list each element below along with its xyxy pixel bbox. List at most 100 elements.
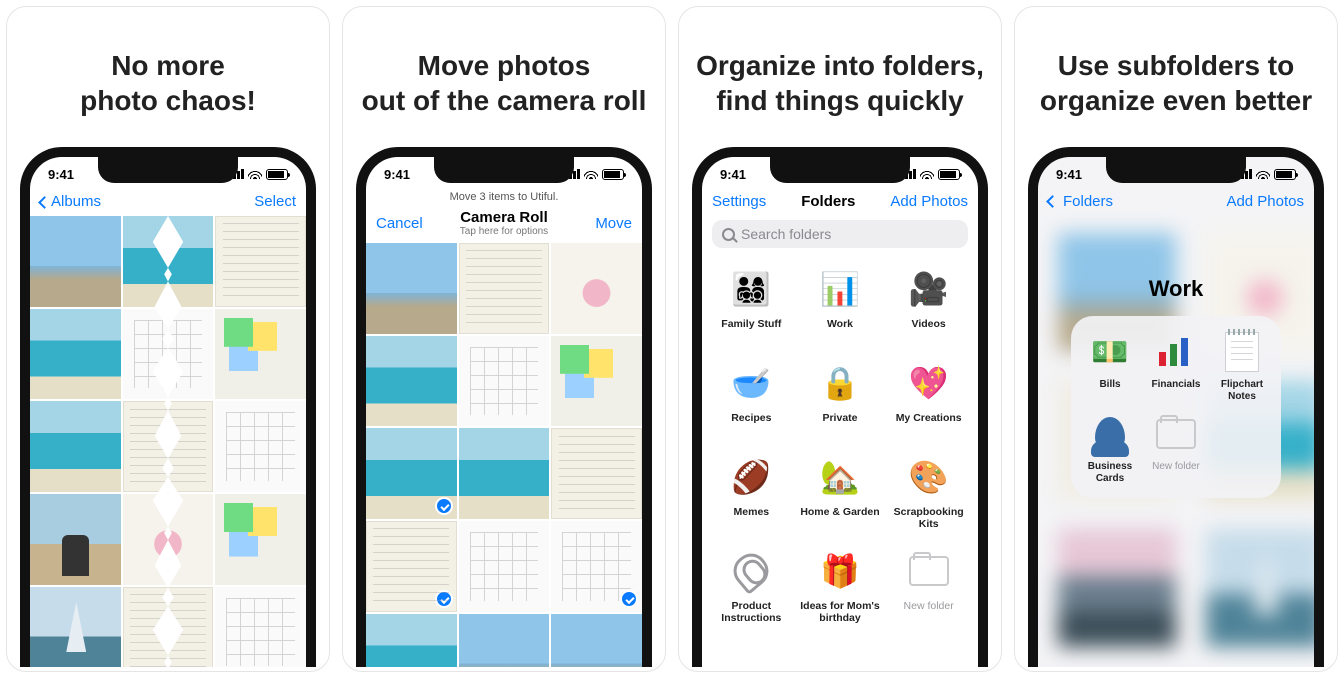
photo-thumb[interactable] [366,336,457,427]
photo-thumb[interactable] [366,614,457,667]
phone-mock: 9:41 Move 3 items to Utiful. Cancel Came… [356,147,652,667]
phone-mock: 9:41 Albums Select [20,147,316,667]
promo-card-4: Use subfolders to organize even better 9… [1014,6,1338,672]
emoji-icon: 💵 [1091,335,1128,370]
subfolder-label: New folder [1152,461,1200,473]
subfolder-item[interactable]: New folder [1145,412,1207,484]
status-time: 9:41 [720,167,746,182]
photo-thumb[interactable] [366,243,457,334]
subfolder-item[interactable]: Business Cards [1079,412,1141,484]
photo-thumb[interactable] [215,309,306,400]
folder-label: Scrapbooking Kits [885,506,972,530]
photo-thumb[interactable] [215,401,306,492]
subfolder-label: Flipchart Notes [1211,379,1273,402]
folder-item[interactable]: 🏈Memes [708,448,795,536]
nav-title[interactable]: Camera Roll [440,209,568,226]
back-button[interactable]: Folders [1048,193,1113,210]
status-time: 9:41 [48,167,74,182]
subfolder-label: Financials [1152,379,1201,391]
photo-thumb[interactable] [551,243,642,334]
photo-thumb[interactable] [459,521,550,612]
chevron-left-icon [1046,195,1059,208]
battery-icon [1274,169,1296,180]
promo-card-3: Organize into folders, find things quick… [678,6,1002,672]
add-photos-button[interactable]: Add Photos [890,193,968,210]
folder-item[interactable]: 🔒Private [797,354,884,442]
photo-thumb[interactable] [30,494,121,585]
folder-item[interactable]: 💖My Creations [885,354,972,442]
folder-item[interactable]: 🎨Scrapbooking Kits [885,448,972,536]
subfolder-popover: Work 💵Bills Financials Flipchart Notes Busi… [1071,276,1281,498]
emoji-icon: 🎥 [909,270,949,308]
folder-label: Private [822,412,857,436]
emoji-icon: 🏈 [731,458,771,496]
photo-thumb[interactable] [215,494,306,585]
subfolder-item[interactable]: Financials [1145,330,1207,402]
subfolder-grid: 💵Bills Financials Flipchart Notes Business … [1071,316,1281,498]
photo-thumb[interactable] [30,587,121,667]
select-button[interactable]: Select [254,193,296,210]
photo-thumb[interactable] [551,614,642,667]
search-input[interactable]: Search folders [712,220,968,248]
folder-item[interactable]: 🏡Home & Garden [797,448,884,536]
folder-label: Home & Garden [800,506,879,530]
photo-thumb[interactable] [30,401,121,492]
nav-subtitle[interactable]: Tap here for options [440,226,568,237]
chevron-left-icon [38,196,51,209]
settings-button[interactable]: Settings [712,193,766,210]
headline: No more photo chaos! [70,7,266,147]
folder-label: Recipes [731,412,771,436]
move-button[interactable]: Move [568,215,632,232]
photo-thumb[interactable] [459,614,550,667]
folder-label: Ideas for Mom's birthday [797,600,884,624]
cancel-button[interactable]: Cancel [376,215,440,232]
promo-card-1: No more photo chaos! 9:41 Albums Select [6,6,330,672]
photo-thumb[interactable] [459,336,550,427]
new-folder-icon [1156,419,1196,449]
headline: Move photos out of the camera roll [352,7,657,147]
photo-thumb[interactable] [366,521,457,612]
search-icon [722,228,735,241]
photo-thumb[interactable] [30,309,121,400]
back-button[interactable]: Albums [40,193,104,210]
folder-label: Family Stuff [721,318,781,342]
photo-grid[interactable] [366,243,642,667]
new-folder-icon [909,556,949,586]
headline: Use subfolders to organize even better [1030,7,1322,147]
folder-item[interactable]: Product Instructions [708,542,795,630]
folder-item[interactable]: 🥣 Recipes [708,354,795,442]
folder-grid: 👨‍👩‍👧‍👦Family Stuff📊Work 🎥 Videos 🥣 Recipes 🔒… [702,256,978,634]
folder-item[interactable]: 👨‍👩‍👧‍👦Family Stuff [708,260,795,348]
toolbar: Settings Folders Add Photos [702,187,978,216]
search-placeholder: Search folders [741,226,831,242]
photo-thumb[interactable] [551,521,642,612]
photo-thumb[interactable] [551,336,642,427]
wifi-icon [248,169,262,179]
subfolder-item[interactable]: 💵Bills [1079,330,1141,402]
subfolder-title: Work [1071,276,1281,302]
photo-thumb[interactable] [366,428,457,519]
folder-label: Work [827,318,853,342]
subfolder-label: Business Cards [1079,461,1141,484]
photo-grid[interactable] [30,216,306,667]
headline: Organize into folders, find things quick… [686,7,994,147]
add-photos-button[interactable]: Add Photos [1226,193,1304,210]
wifi-icon [1256,169,1270,179]
folder-item[interactable]: New folder [885,542,972,630]
folder-item[interactable]: 🎥 Videos [885,260,972,348]
selected-badge-icon [620,590,638,608]
subfolder-item[interactable]: Flipchart Notes [1211,330,1273,402]
emoji-icon: 🥣 [731,364,771,402]
photo-thumb[interactable] [551,428,642,519]
folder-item[interactable]: 📊Work [797,260,884,348]
notch [770,157,910,183]
status-time: 9:41 [384,167,410,182]
photo-thumb[interactable] [30,216,121,307]
folder-item[interactable]: 🎁Ideas for Mom's birthday [797,542,884,630]
photo-thumb[interactable] [459,428,550,519]
photo-thumb[interactable] [215,216,306,307]
folder-label: Videos [912,318,946,342]
notch [98,157,238,183]
photo-thumb[interactable] [459,243,550,334]
photo-thumb[interactable] [215,587,306,667]
